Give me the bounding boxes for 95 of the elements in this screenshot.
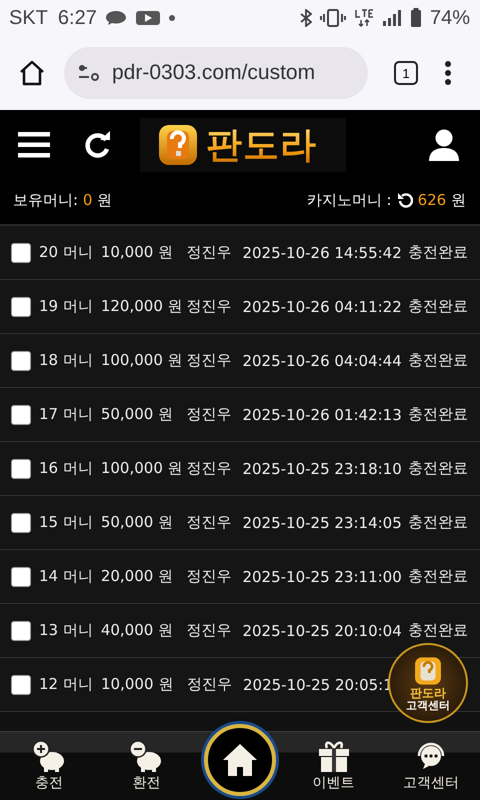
transaction-number: 13 머니 [39, 621, 94, 640]
nav-item[interactable]: 환전 [106, 740, 186, 792]
transaction-number: 15 머니 [39, 513, 94, 532]
status-text: 충전완료 [408, 405, 468, 424]
amount: 100,000 원 [100, 351, 184, 370]
date-time: 2025-10-26 01:42:13 [242, 406, 403, 424]
amount: 50,000 원 [100, 405, 174, 424]
amount: 10,000 원 [100, 243, 174, 262]
question-box-icon [156, 122, 200, 168]
date-time: 2025-10-25 23:11:00 [242, 568, 403, 586]
user-name: 정진우 [186, 459, 233, 478]
row-checkbox[interactable] [11, 296, 31, 316]
battery-icon [410, 8, 422, 28]
date-time: 2025-10-26 14:55:42 [242, 244, 403, 262]
user-name: 정진우 [186, 297, 233, 316]
user-name: 정진우 [186, 351, 233, 370]
signal-icon [382, 9, 402, 27]
row-checkbox[interactable] [11, 404, 31, 424]
row-checkbox[interactable] [11, 620, 31, 640]
home-icon [222, 743, 258, 777]
piggy-bank-icon [32, 740, 66, 772]
transaction-number: 16 머니 [39, 459, 94, 478]
status-text: 충전완료 [408, 459, 468, 478]
transaction-number: 12 머니 [39, 675, 94, 694]
amount: 100,000 원 [100, 459, 184, 478]
user-name: 정진우 [186, 621, 233, 640]
logo[interactable]: 판도라 [140, 118, 346, 172]
lte-icon [354, 9, 374, 27]
transaction-row[interactable]: 16 머니 100,000 원 정진우 2025-10-25 23:18:10 충전완료 [0, 442, 480, 496]
status-text: 충전완료 [408, 351, 468, 370]
transaction-row[interactable]: 18 머니 100,000 원 정진우 2025-10-26 04:04:44 충전완료 [0, 334, 480, 388]
row-checkbox[interactable] [11, 242, 31, 262]
clock: 6:27 [58, 6, 97, 30]
chat-icon [104, 10, 127, 26]
amount: 50,000 원 [100, 513, 174, 532]
user-name: 정진우 [186, 513, 233, 532]
vibrate-icon [320, 9, 346, 27]
refresh-icon[interactable] [84, 131, 112, 159]
status-text: 충전완료 [408, 243, 468, 262]
date-time: 2025-10-26 04:04:44 [242, 352, 403, 370]
transaction-number: 14 머니 [39, 567, 94, 586]
user-name: 정진우 [186, 243, 233, 262]
transaction-row[interactable]: 14 머니 20,000 원 정진우 2025-10-25 23:11:00 충전완료 [0, 550, 480, 604]
refresh-icon[interactable] [396, 192, 413, 208]
status-text: 충전완료 [408, 621, 468, 640]
home-button[interactable] [204, 724, 276, 796]
site-settings-icon[interactable] [78, 64, 100, 82]
menu-icon[interactable] [18, 132, 50, 158]
status-text: 충전완료 [408, 513, 468, 532]
menu-icon[interactable] [444, 60, 452, 86]
address-bar[interactable]: pdr-0303.com/custom [64, 47, 368, 99]
date-time: 2025-10-25 20:10:04 [242, 622, 403, 640]
date-time: 2025-10-25 23:14:05 [242, 514, 403, 532]
nav-item[interactable]: 고객센터 [391, 740, 472, 792]
row-checkbox[interactable] [11, 566, 31, 586]
transaction-row[interactable]: 17 머니 50,000 원 정진우 2025-10-26 01:42:13 충전완료 [0, 388, 480, 442]
status-text: 충전완료 [408, 567, 468, 586]
user-name: 정진우 [187, 675, 233, 694]
row-checkbox[interactable] [11, 512, 31, 532]
transaction-number: 18 머니 [39, 351, 94, 370]
amount: 20,000 원 [100, 567, 174, 586]
date-time: 2025-10-26 04:11:22 [242, 298, 403, 316]
casino-label: 카지노머니 : [306, 190, 392, 210]
dot-icon [168, 15, 175, 21]
transaction-number: 19 머니 [39, 297, 94, 316]
carrier: SKT [9, 6, 48, 30]
url-text: pdr-0303.com/custom [112, 61, 316, 85]
amount: 120,000 원 [100, 297, 184, 316]
user-icon[interactable] [428, 129, 460, 161]
battery-level: 74% [430, 6, 470, 30]
casino-amount: 626 원 [418, 190, 466, 210]
transaction-number: 20 머니 [39, 243, 94, 262]
balance-text: 보유머니: 0 원 [13, 190, 112, 210]
video-icon [134, 10, 161, 26]
piggy-bank-icon [129, 740, 164, 772]
bluetooth-icon [300, 9, 312, 27]
transaction-row[interactable]: 19 머니 120,000 원 정진우 2025-10-26 04:11:22 충전완료 [0, 280, 480, 334]
nav-item[interactable]: 이벤트 [294, 740, 374, 792]
row-checkbox[interactable] [11, 674, 31, 694]
user-name: 정진우 [186, 405, 233, 424]
home-icon[interactable] [18, 59, 46, 87]
question-box-icon [413, 654, 443, 687]
transaction-number: 17 머니 [39, 405, 94, 424]
status-text: 충전완료 [408, 297, 468, 316]
tab-count-button[interactable]: 1 [394, 61, 418, 85]
nav-item[interactable]: 충전 [8, 740, 89, 792]
date-time: 2025-10-25 23:18:10 [242, 460, 403, 478]
amount: 10,000 원 [101, 675, 174, 694]
row-checkbox[interactable] [11, 458, 31, 478]
transaction-row[interactable]: 20 머니 10,000 원 정진우 2025-10-26 14:55:42 충전완료 [0, 226, 480, 280]
gift-icon [318, 740, 350, 772]
amount: 40,000 원 [100, 621, 174, 640]
row-checkbox[interactable] [11, 350, 31, 370]
user-name: 정진우 [186, 567, 233, 586]
transaction-row[interactable]: 15 머니 50,000 원 정진우 2025-10-25 23:14:05 충전완료 [0, 496, 480, 550]
